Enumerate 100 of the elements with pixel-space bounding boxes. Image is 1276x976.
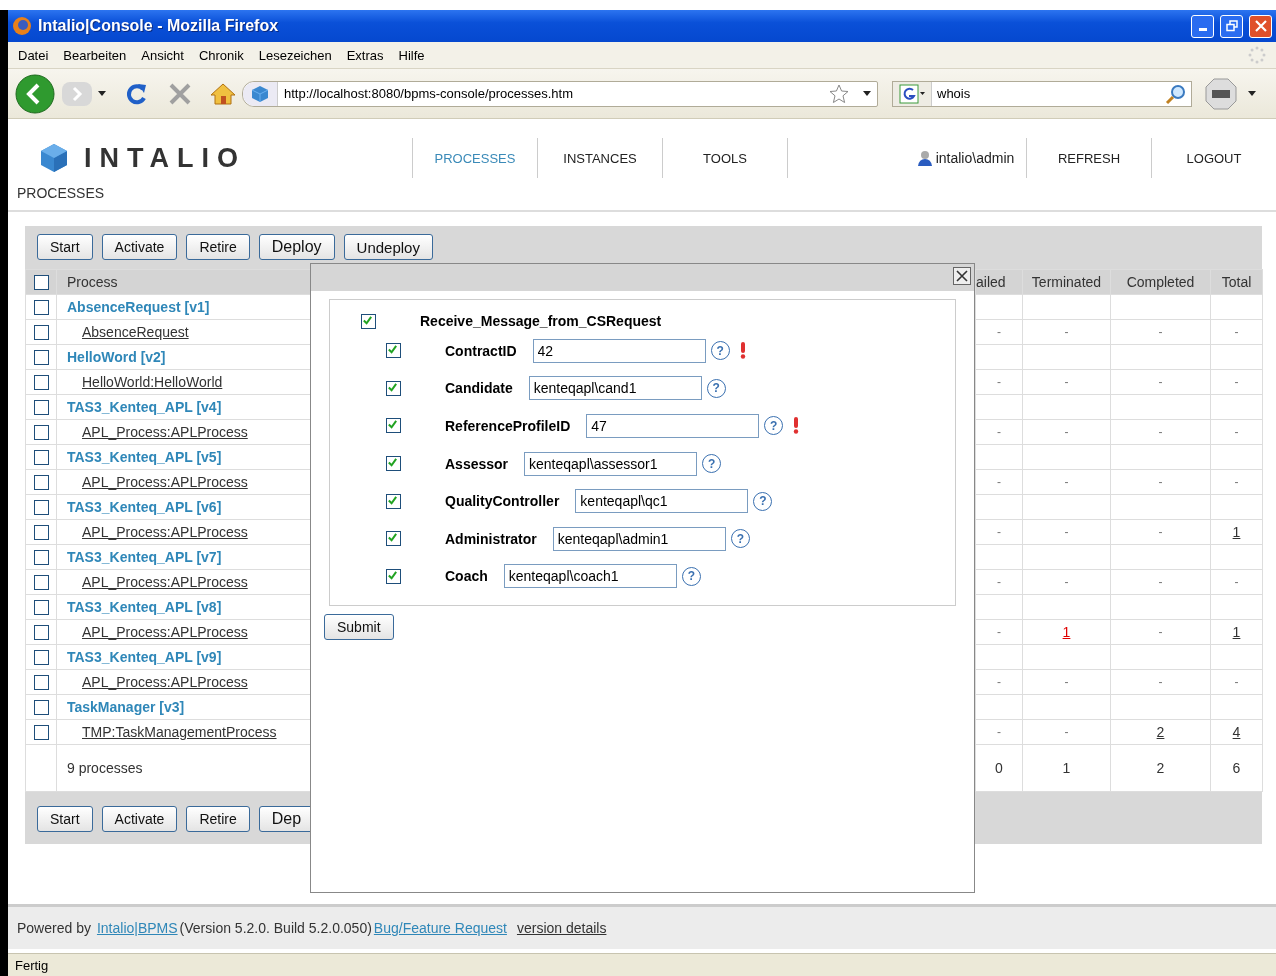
table-cell: - [1110,519,1211,545]
checkbox[interactable] [33,675,49,691]
table-cell: - [1110,369,1211,395]
checkbox[interactable] [33,300,49,316]
input-field[interactable]: kenteqapl\assessor1 [524,451,698,476]
required-icon [793,417,800,435]
checkbox[interactable] [33,500,49,516]
checkbox[interactable] [33,600,49,616]
checkbox[interactable] [386,493,401,509]
required-icon [739,342,746,360]
checkbox[interactable] [33,400,49,416]
nav-tab[interactable]: TOOLS [663,138,787,178]
table-cell[interactable]: 2 [1110,719,1211,745]
table-cell[interactable]: 4 [1210,719,1263,745]
footer-link[interactable]: version details [516,920,607,936]
menu-item[interactable]: Lesezeichen [252,47,341,63]
checkbox[interactable] [386,380,401,396]
checkbox[interactable] [386,456,401,472]
address-field[interactable]: http://localhost:8080/bpms-console/processes.htm [242,80,878,107]
menu-item[interactable]: Datei [12,47,58,63]
back-button[interactable] [14,72,56,115]
search-field[interactable]: whois [892,80,1192,107]
checkbox[interactable] [33,525,49,541]
input-field[interactable]: kenteqapl\cand1 [528,376,702,401]
field-label: ContractID [445,342,517,359]
checkbox[interactable] [386,343,401,359]
dropdown-icon[interactable] [863,90,871,97]
column-header: Terminated [1022,269,1111,295]
checkbox[interactable] [33,475,49,491]
menu-item[interactable]: Extras [340,47,393,63]
table-cell[interactable]: 1 [1210,619,1263,645]
menu-item[interactable]: Bearbeiten [57,47,136,63]
checkbox[interactable] [386,568,401,584]
submit-button[interactable]: Submit [324,614,394,641]
menu-item[interactable]: Ansicht [135,47,193,63]
total-cell: 1 [1022,744,1111,792]
checkbox[interactable] [33,725,49,741]
checkbox[interactable] [33,450,49,466]
field-label: Candidate [445,380,513,397]
nav-link[interactable]: LOGOUT [1152,138,1276,178]
input-field[interactable]: 47 [586,414,760,438]
action-button[interactable]: Retire [186,806,250,832]
bookmark-star-icon[interactable] [829,83,849,104]
menu-item[interactable]: Chronik [192,47,253,63]
table-cell: - [1210,369,1263,395]
table-cell: - [1022,719,1111,745]
cube-icon [40,143,68,173]
table-cell: - [1022,369,1111,395]
nav-tab[interactable]: PROCESSES [413,138,537,178]
table-cell: - [1210,319,1263,345]
action-button[interactable]: Activate [101,806,178,832]
action-button[interactable]: Start [37,806,93,832]
table-cell: - [1210,419,1263,445]
cube-icon [251,84,269,103]
input-field[interactable]: kenteqapl\admin1 [552,526,726,551]
table-cell: - [1022,669,1111,695]
menu-item[interactable]: Hilfe [392,47,434,63]
checkbox[interactable] [33,700,49,716]
loading-icon [1248,46,1266,64]
nav-link[interactable]: REFRESH [1027,138,1151,178]
user-name: intalio\admin [935,150,1015,166]
dropdown-icon[interactable] [98,90,106,97]
table-cell: - [1210,469,1263,495]
checkbox[interactable] [33,625,49,641]
dropdown-icon[interactable] [1248,90,1256,97]
checkbox[interactable] [33,350,49,366]
action-button[interactable]: Undeploy [343,234,433,260]
action-button[interactable]: Start [37,234,93,260]
checkbox[interactable] [33,575,49,591]
table-cell: - [1110,419,1211,445]
restore-button[interactable] [1220,14,1243,38]
checkbox[interactable] [33,425,49,441]
checkbox[interactable] [33,375,49,391]
nav-tab[interactable]: INSTANCES [538,138,662,178]
home-icon[interactable] [210,81,236,106]
checkbox[interactable] [33,650,49,666]
checkbox[interactable] [361,313,376,329]
action-button[interactable]: Retire [186,234,250,260]
input-field[interactable]: kenteqapl\coach1 [503,564,677,589]
checkbox[interactable] [386,531,401,547]
checkbox[interactable] [33,550,49,566]
total-cell: 2 [1110,744,1211,792]
table-cell[interactable]: 1 [1210,519,1263,545]
action-button[interactable]: Activate [101,234,178,260]
field-label: Assessor [445,455,509,472]
close-button[interactable] [953,267,971,285]
input-field[interactable]: kenteqapl\qc1 [575,489,749,514]
input-field[interactable]: 42 [532,338,706,363]
field-label: Administrator [445,530,537,547]
minimize-button[interactable] [1191,14,1214,38]
search-icon[interactable] [1165,82,1187,105]
search-engine-icon[interactable] [899,83,925,104]
close-icon [1254,20,1267,32]
checkbox[interactable] [386,418,401,434]
checkbox[interactable] [33,325,49,341]
footer-text: Powered by [17,920,91,936]
action-button[interactable]: Deploy [258,234,335,260]
table-cell[interactable]: 1 [1022,619,1111,645]
select-all-checkbox[interactable] [33,275,49,291]
column-header: ailed [975,269,1023,295]
